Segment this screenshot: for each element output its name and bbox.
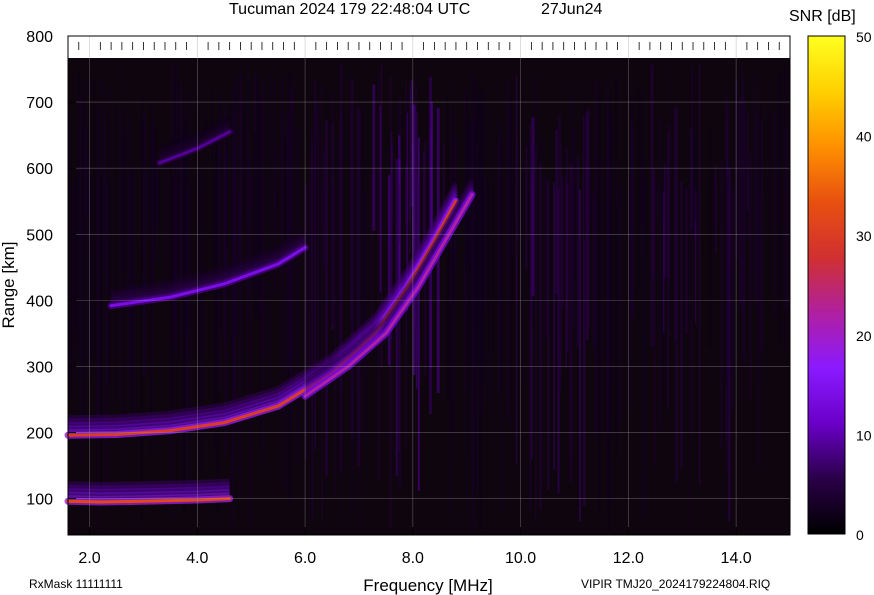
colorbar-ticks: 0 10 20 30 40 50 bbox=[856, 29, 872, 543]
footer-rxmask: RxMask 11111111 bbox=[29, 577, 123, 591]
x-tick-label: 4.0 bbox=[186, 550, 208, 567]
y-tick-label: 800 bbox=[26, 29, 53, 46]
ionogram-chart: Tucuman 2024 179 22:48:04 UTC 27Jun24 SN… bbox=[0, 1, 872, 595]
colorbar-tick-label: 20 bbox=[856, 328, 872, 344]
y-tick-label: 400 bbox=[26, 293, 53, 310]
x-tick-label: 12.0 bbox=[613, 550, 644, 567]
y-tick-label: 300 bbox=[26, 359, 53, 376]
chart-date: 27Jun24 bbox=[541, 1, 602, 18]
colorbar-label: SNR [dB] bbox=[789, 8, 856, 25]
y-tick-label: 500 bbox=[26, 227, 53, 244]
footer-file: VIPIR TMJ20_2024179224804.RIQ bbox=[581, 577, 770, 591]
colorbar-tick-label: 30 bbox=[856, 228, 872, 244]
x-tick-label: 6.0 bbox=[294, 550, 316, 567]
y-tick-label: 600 bbox=[26, 161, 53, 178]
x-axis-label: Frequency [MHz] bbox=[363, 576, 492, 595]
colorbar-tick-label: 0 bbox=[856, 527, 864, 543]
x-tick-label: 10.0 bbox=[505, 550, 536, 567]
x-tick-label: 2.0 bbox=[78, 550, 100, 567]
chart-title: Tucuman 2024 179 22:48:04 UTC bbox=[229, 1, 470, 18]
y-axis-label: Range [km] bbox=[0, 242, 18, 329]
x-tick-label: 14.0 bbox=[721, 550, 752, 567]
colorbar bbox=[807, 35, 846, 535]
y-tick-label: 200 bbox=[26, 426, 53, 443]
x-tick-label: 8.0 bbox=[402, 550, 424, 567]
y-tick-label: 100 bbox=[26, 492, 53, 509]
colorbar-tick-label: 50 bbox=[856, 29, 872, 45]
colorbar-tick-label: 10 bbox=[856, 427, 872, 443]
colorbar-tick-label: 40 bbox=[856, 129, 872, 145]
y-tick-label: 700 bbox=[26, 95, 53, 112]
